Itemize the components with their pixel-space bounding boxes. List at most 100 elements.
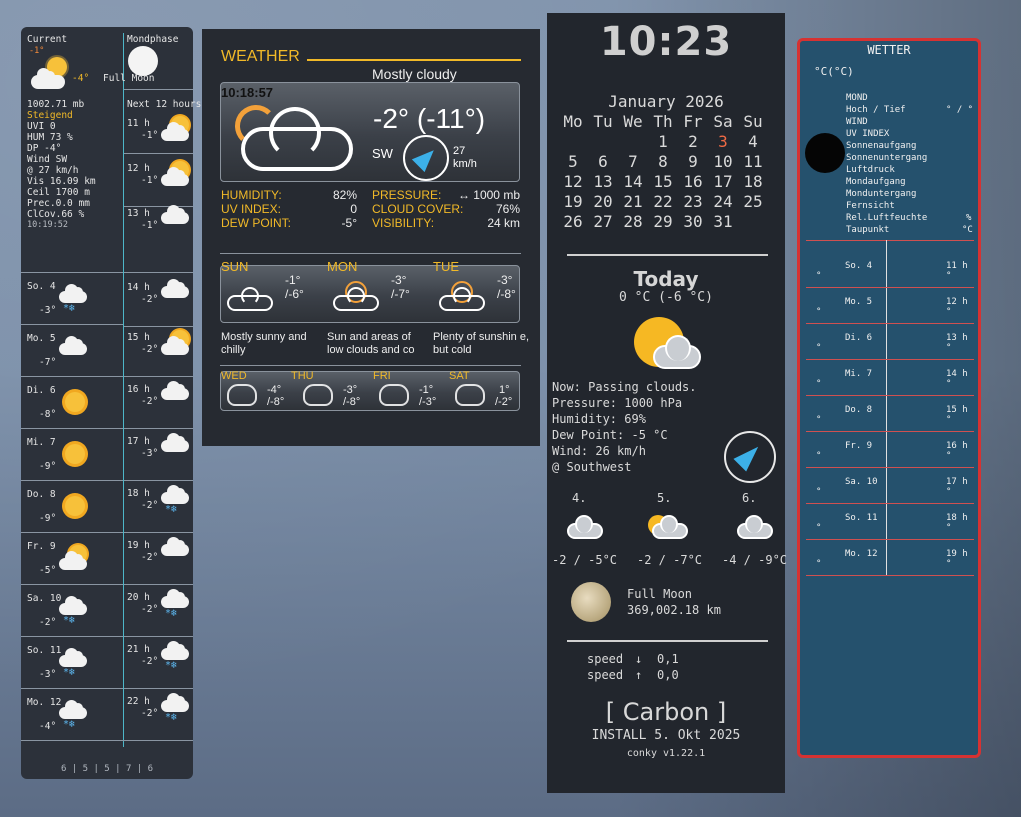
calendar-day[interactable]: 23 [679, 192, 707, 211]
wetter-panel: WETTER °C(°C) MOND Hoch / Tief WIND UV INDE… [797, 38, 981, 758]
moonphase-label: Mondphase [127, 34, 179, 45]
calendar-day[interactable]: 5 [559, 152, 587, 171]
hour-label: 15 h [127, 332, 150, 343]
calendar-day[interactable]: 10 [709, 152, 737, 171]
calendar-day[interactable]: 1 [649, 132, 677, 151]
wetter-day: Fr. 9 [845, 441, 873, 451]
extended-high: -1° [419, 384, 434, 396]
hour-label: 20 h [127, 592, 150, 603]
calendar-day[interactable]: 24 [709, 192, 737, 211]
weekday-header: We [623, 112, 643, 131]
wetter-hour-deg: ° [946, 451, 952, 461]
day-row: Do. 8 -9° [21, 489, 123, 537]
forecast-weather-icon [333, 281, 379, 311]
wetter-label: Fernsicht [846, 201, 895, 211]
moon-distance: 369,002.18 km [627, 603, 721, 617]
extended-day-label: THU [291, 370, 314, 382]
calendar-day[interactable]: 31 [709, 212, 737, 231]
hour-temp: -2° [141, 294, 159, 305]
hour-label: 12 h [127, 163, 150, 174]
arrow-up-icon: ↑ [635, 668, 643, 682]
hour-row: 12 h -1° [123, 161, 193, 209]
calendar-day[interactable]: 22 [649, 192, 677, 211]
wetter-hour-deg: ° [946, 379, 952, 389]
calendar-day[interactable]: 19 [559, 192, 587, 211]
carbon-forecast-day: 6. -4 / -9°C [722, 491, 797, 581]
snow-cloud-icon: *❄ [57, 283, 91, 315]
calendar-day[interactable]: 9 [679, 152, 707, 171]
calendar-day[interactable]: 13 [589, 172, 617, 191]
calendar-day[interactable]: 12 [559, 172, 587, 191]
stat-value: 76% [495, 202, 520, 216]
wetter-day-deg: ° [816, 415, 822, 425]
calendar-day[interactable]: 26 [559, 212, 587, 231]
day-temp: -9° [39, 461, 57, 472]
day-temp: -4° [39, 721, 57, 732]
now-condition: Now: Passing clouds. [552, 380, 697, 394]
wetter-day-deg: ° [816, 451, 822, 461]
day-label: So. 4 [27, 281, 56, 292]
calendar-day[interactable]: 15 [649, 172, 677, 191]
wetter-label: Rel.Luftfeuchte [846, 213, 928, 223]
carbon-forecast-day: 5. -2 / -7°C [637, 491, 712, 581]
extended-day-label: SAT [449, 370, 470, 382]
weather-panel: WEATHER Mostly cloudy 10:18:57 -2° (-11°… [202, 29, 540, 446]
now-wind: Wind: 26 km/h [552, 444, 646, 458]
stat-value: 0 [350, 202, 357, 216]
weekday-header: Mo [563, 112, 583, 131]
wetter-day: So. 4 [845, 261, 873, 271]
hour-temp: -2° [141, 708, 159, 719]
calendar-day[interactable]: 28 [619, 212, 647, 231]
stat-value: 82% [332, 188, 357, 202]
day-label: Fr. 9 [27, 541, 56, 552]
calendar-day[interactable]: 6 [589, 152, 617, 171]
moon-phase: Full Moon [627, 587, 693, 601]
calendar-day[interactable]: 2 [679, 132, 707, 151]
forecast-low: /-7° [391, 287, 410, 301]
today-temp: 0 °C (-6 °C) [619, 290, 713, 305]
day-temp: -9° [39, 513, 57, 524]
hour-label: 21 h [127, 644, 150, 655]
extended-low: /-2° [495, 396, 513, 408]
hour-temp: -2° [141, 604, 159, 615]
calendar-day[interactable]: 16 [679, 172, 707, 191]
calendar-day[interactable]: 21 [619, 192, 647, 211]
calendar-day[interactable]: 25 [739, 192, 767, 211]
hour-label: 22 h [127, 696, 150, 707]
hour-label: 11 h [127, 118, 150, 129]
extended-day: THU -3° /-8° [291, 370, 373, 410]
day-temp: -5° [39, 565, 57, 576]
hour-row: 13 h -1° [123, 205, 193, 254]
calendar-day[interactable]: 3 [709, 132, 737, 151]
calendar-day[interactable]: 27 [589, 212, 617, 231]
wetter-hour-deg: ° [946, 559, 952, 569]
forecast-day: SUN -1° /-6° Mostly sunny and chilly [221, 259, 321, 359]
calendar-day[interactable]: 30 [679, 212, 707, 231]
wetter-day-deg: ° [816, 559, 822, 569]
detail-uvi: UVI 0 [27, 121, 56, 132]
forecast-high: -1° [285, 273, 301, 287]
calendar-day[interactable]: 7 [619, 152, 647, 171]
calendar-day[interactable]: 11 [739, 152, 767, 171]
forecast-low: /-6° [285, 287, 304, 301]
hour-row: 18 h -2° *❄ [123, 485, 193, 534]
calendar-day[interactable]: 29 [649, 212, 677, 231]
calendar-day[interactable]: 20 [589, 192, 617, 211]
calendar-day[interactable]: 4 [739, 132, 767, 151]
weekday-header: Fr [683, 112, 703, 131]
wetter-label: WIND [846, 117, 868, 127]
hour-row: 14 h -2° [123, 279, 193, 328]
divider [806, 575, 974, 576]
forecast-description: Plenty of sunshin e, but cold [433, 331, 530, 356]
calendar-day[interactable]: 14 [619, 172, 647, 191]
hour-temp: -1° [141, 130, 159, 141]
calendar-day[interactable]: 8 [649, 152, 677, 171]
calendar-day[interactable]: 18 [739, 172, 767, 191]
calendar-day[interactable]: 17 [709, 172, 737, 191]
day-row: Fr. 9 -5° [21, 541, 123, 589]
install-date: INSTALL 5. Okt 2025 [591, 728, 741, 743]
full-moon-icon [128, 46, 158, 76]
forecast-weather-icon [227, 281, 273, 311]
extended-low: /-8° [267, 396, 285, 408]
wetter-day-deg: ° [816, 343, 822, 353]
